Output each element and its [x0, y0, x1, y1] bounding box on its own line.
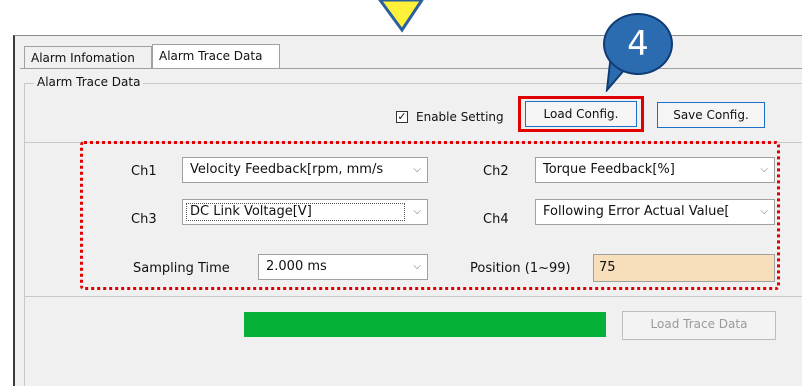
- sampling-time-label: Sampling Time: [133, 261, 230, 276]
- sampling-time-value: 2.000 ms: [266, 259, 327, 274]
- chevron-down-icon: ⌵: [760, 206, 768, 217]
- ch1-label: Ch1: [131, 164, 157, 179]
- enable-setting-label: Enable Setting: [416, 110, 504, 124]
- separator: [24, 296, 802, 297]
- down-arrow-icon: [378, 0, 424, 33]
- ch1-select[interactable]: Velocity Feedback[rpm, mm/s ⌵: [182, 157, 428, 183]
- position-input[interactable]: 75: [593, 254, 775, 282]
- ch2-select[interactable]: Torque Feedback[%] ⌵: [535, 157, 775, 183]
- position-label: Position (1~99): [470, 261, 571, 276]
- chevron-down-icon: ⌵: [413, 261, 421, 272]
- load-trace-data-button[interactable]: Load Trace Data: [622, 311, 776, 340]
- ch4-select[interactable]: Following Error Actual Value[ ⌵: [535, 199, 775, 225]
- save-config-button[interactable]: Save Config.: [657, 102, 765, 128]
- ch2-value: Torque Feedback[%]: [543, 162, 675, 177]
- ch3-label: Ch3: [131, 212, 157, 227]
- chevron-down-icon: ⌵: [413, 206, 421, 217]
- enable-setting-checkbox[interactable]: ✓: [396, 111, 408, 123]
- load-config-button[interactable]: Load Config.: [525, 101, 637, 127]
- groupbox-title: Alarm Trace Data: [34, 75, 144, 89]
- chevron-down-icon: ⌵: [413, 164, 421, 175]
- tab-alarm-trace-data[interactable]: Alarm Trace Data: [152, 44, 280, 68]
- ch1-value: Velocity Feedback[rpm, mm/s: [190, 162, 384, 177]
- tab-alarm-information[interactable]: Alarm Infomation: [24, 46, 152, 68]
- sampling-time-select[interactable]: 2.000 ms ⌵: [258, 254, 428, 280]
- ch4-value: Following Error Actual Value[: [543, 204, 730, 219]
- ch3-select[interactable]: DC Link Voltage[V] ⌵: [182, 199, 428, 225]
- chevron-down-icon: ⌵: [760, 164, 768, 175]
- focus-rectangle: [186, 203, 405, 221]
- ch4-label: Ch4: [483, 212, 509, 227]
- ch2-label: Ch2: [483, 164, 509, 179]
- groupbox-border-left: [24, 83, 25, 386]
- step-callout-badge: 4: [603, 13, 673, 75]
- trace-progress-bar: [244, 312, 606, 337]
